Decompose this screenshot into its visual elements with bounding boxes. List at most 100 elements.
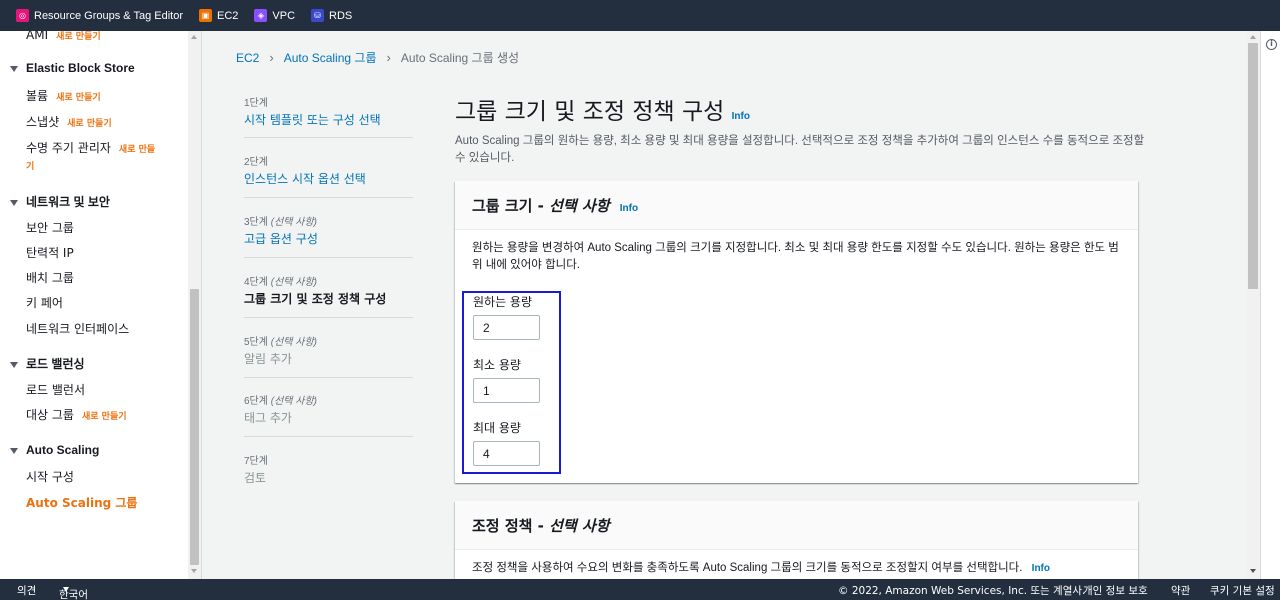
sidebar-item-network-interfaces[interactable]: 네트워크 인터페이스 [26, 320, 129, 337]
service-shortcut-rds[interactable]: ⛁ RDS [311, 9, 352, 22]
service-shortcut-vpc[interactable]: ◈ VPC [254, 9, 295, 22]
cookie-preferences-link[interactable]: 쿠키 기본 설정 [1210, 583, 1275, 598]
sidebar-item-label: 대상 그룹 [26, 408, 74, 422]
feedback-link[interactable]: 의견 [17, 583, 36, 598]
step-6-label: 태그 추가 [244, 411, 292, 425]
new-badge-wrap: 기 [26, 158, 34, 172]
sidebar-item-launch-configurations[interactable]: 시작 구성 [26, 468, 74, 485]
terms-link[interactable]: 약관 [1171, 583, 1190, 598]
sidebar-item-volumes[interactable]: 볼륨 새로 만들기 [26, 87, 101, 104]
breadcrumb-ec2-link[interactable]: EC2 [236, 51, 259, 65]
scaling-policy-info-link[interactable]: Info [1032, 563, 1050, 574]
breadcrumb-asg-link[interactable]: Auto Scaling 그룹 [284, 49, 377, 66]
step-7-label: 검토 [244, 471, 267, 485]
step-number: 7단계 [244, 456, 268, 467]
min-capacity-label: 최소 용량 [473, 358, 521, 372]
step-number: 2단계 [244, 157, 268, 168]
desired-capacity-input[interactable] [473, 315, 540, 340]
service-shortcut-label: EC2 [216, 9, 239, 22]
scaling-policy-header: 조정 정책 - 선택 사항 [455, 501, 1138, 550]
info-circle-icon[interactable]: i [1266, 39, 1277, 50]
chevron-right-icon: › [386, 50, 391, 65]
sidebar-item-key-pairs[interactable]: 키 페어 [26, 294, 63, 311]
service-shortcut-label: VPC [272, 9, 296, 22]
step-divider [244, 377, 413, 378]
main-content: EC2 › Auto Scaling 그룹 › Auto Scaling 그룹 … [203, 31, 1246, 579]
max-capacity-input[interactable] [473, 441, 540, 466]
service-shortcut-ec2[interactable]: ▣ EC2 [198, 9, 239, 22]
scroll-up-arrow-icon[interactable] [191, 35, 197, 39]
panel-title: 그룹 크기 - [472, 197, 550, 215]
sidebar-item-auto-scaling-groups[interactable]: Auto Scaling 그룹 [26, 494, 137, 511]
group-size-info-link[interactable]: Info [620, 203, 638, 214]
sidebar-item-ami[interactable]: AMI 새로 만들기 [26, 31, 101, 42]
sidebar-item-elastic-ip[interactable]: 탄력적 IP [26, 244, 74, 261]
panel-title: 조정 정책 - [472, 517, 550, 535]
step-number: 4단계 (선택 사항) [244, 277, 317, 288]
resource-groups-icon: ◎ [16, 9, 29, 22]
sidebar-item-placement-groups[interactable]: 배치 그룹 [26, 269, 74, 286]
scaling-policy-text: 조정 정책을 사용하여 수요의 변화를 충족하도록 Auto Scaling 그… [472, 562, 1023, 574]
page-info-link[interactable]: Info [732, 111, 750, 122]
step-2-link[interactable]: 인스턴스 시작 옵션 선택 [244, 170, 413, 187]
sidebar-item-snapshots[interactable]: 스냅샷 새로 만들기 [26, 113, 112, 130]
sidebar-item-lifecycle-manager[interactable]: 수명 주기 관리자 새로 만들 [26, 139, 155, 156]
sidebar-scrollbar[interactable] [188, 31, 201, 579]
sidebar-item-label: 네트워크 인터페이스 [26, 322, 130, 336]
sidebar-item-label: 탄력적 IP [26, 246, 74, 260]
page-scrollbar[interactable] [1246, 31, 1260, 579]
service-shortcut-label: Resource Groups & Tag Editor [34, 9, 183, 22]
sidebar-scrollbar-thumb[interactable] [190, 289, 199, 565]
step-number: 3단계 (선택 사항) [244, 217, 317, 228]
page-description: Auto Scaling 그룹의 원하는 용량, 최소 용량 및 최대 용량을 … [455, 135, 1145, 164]
scroll-down-arrow-icon[interactable] [1250, 569, 1256, 573]
vpc-icon: ◈ [254, 9, 268, 22]
rds-icon: ⛁ [311, 9, 325, 22]
scaling-policy-description: 조정 정책을 사용하여 수요의 변화를 충족하도록 Auto Scaling 그… [472, 560, 1122, 577]
step-3-link[interactable]: 고급 옵션 구성 [244, 230, 413, 247]
page-title-text: 그룹 크기 및 조정 정책 구성 [455, 99, 725, 125]
breadcrumb: EC2 › Auto Scaling 그룹 › Auto Scaling 그룹 … [236, 49, 519, 66]
wizard-step-2: 2단계 인스턴스 시작 옵션 선택 [244, 153, 413, 187]
wizard-step-3: 3단계 (선택 사항) 고급 옵션 구성 [244, 213, 413, 247]
min-capacity-input[interactable] [473, 378, 540, 403]
sidebar-section-ebs[interactable]: Elastic Block Store [10, 61, 135, 75]
page-scrollbar-thumb[interactable] [1248, 43, 1258, 289]
new-badge: 새로 만들 [118, 145, 156, 155]
caret-down-icon [63, 587, 69, 592]
caret-down-icon [10, 65, 18, 72]
new-badge: 기 [26, 162, 35, 172]
group-size-description: 원하는 용량을 변경하여 Auto Scaling 그룹의 크기를 지정합니다.… [472, 242, 1119, 271]
step-1-link[interactable]: 시작 템플릿 또는 구성 선택 [244, 111, 413, 128]
privacy-link[interactable]: 개인 정보 보호 [1083, 583, 1148, 598]
service-shortcut-resource-groups[interactable]: ◎ Resource Groups & Tag Editor [16, 9, 183, 22]
step-divider [244, 257, 413, 258]
sidebar-item-label: 스냅샷 [26, 115, 60, 129]
capacity-fields-group: 원하는 용량 최소 용량 최대 용량 [462, 291, 561, 474]
scaling-policy-body: 조정 정책을 사용하여 수요의 변화를 충족하도록 Auto Scaling 그… [455, 550, 1138, 579]
new-badge: 새로 만들기 [81, 412, 127, 422]
step-4-current: 그룹 크기 및 조정 정책 구성 [244, 292, 387, 306]
sidebar-section-auto-scaling[interactable]: Auto Scaling [10, 443, 99, 457]
sidebar-section-title: 네트워크 및 보안 [26, 195, 110, 209]
scroll-up-arrow-icon[interactable] [1250, 35, 1256, 39]
sidebar-item-label: 수명 주기 관리자 [26, 141, 111, 155]
sidebar-item-label: 로드 밸런서 [26, 383, 86, 397]
panel-title-optional: 선택 사항 [549, 197, 610, 215]
caret-down-icon [10, 199, 18, 206]
scroll-down-arrow-icon[interactable] [191, 569, 197, 573]
chevron-right-icon: › [269, 50, 274, 65]
panel-title-optional: 선택 사항 [549, 517, 610, 535]
sidebar-item-security-groups[interactable]: 보안 그룹 [26, 219, 74, 236]
step-divider [244, 436, 413, 437]
sidebar-item-load-balancers[interactable]: 로드 밸런서 [26, 381, 85, 398]
sidebar-item-target-groups[interactable]: 대상 그룹 새로 만들기 [26, 406, 127, 423]
wizard-step-5: 5단계 (선택 사항) 알림 추가 [244, 333, 413, 367]
sidebar-section-title: Elastic Block Store [26, 61, 135, 75]
ec2-icon: ▣ [198, 9, 212, 22]
step-divider [244, 317, 413, 318]
sidebar-section-load-balancing[interactable]: 로드 밸런싱 [10, 355, 85, 372]
sidebar-section-network-security[interactable]: 네트워크 및 보안 [10, 193, 110, 210]
sidebar-section-title: 로드 밸런싱 [26, 357, 85, 371]
group-size-body: 원하는 용량을 변경하여 Auto Scaling 그룹의 크기를 지정합니다.… [455, 230, 1138, 284]
